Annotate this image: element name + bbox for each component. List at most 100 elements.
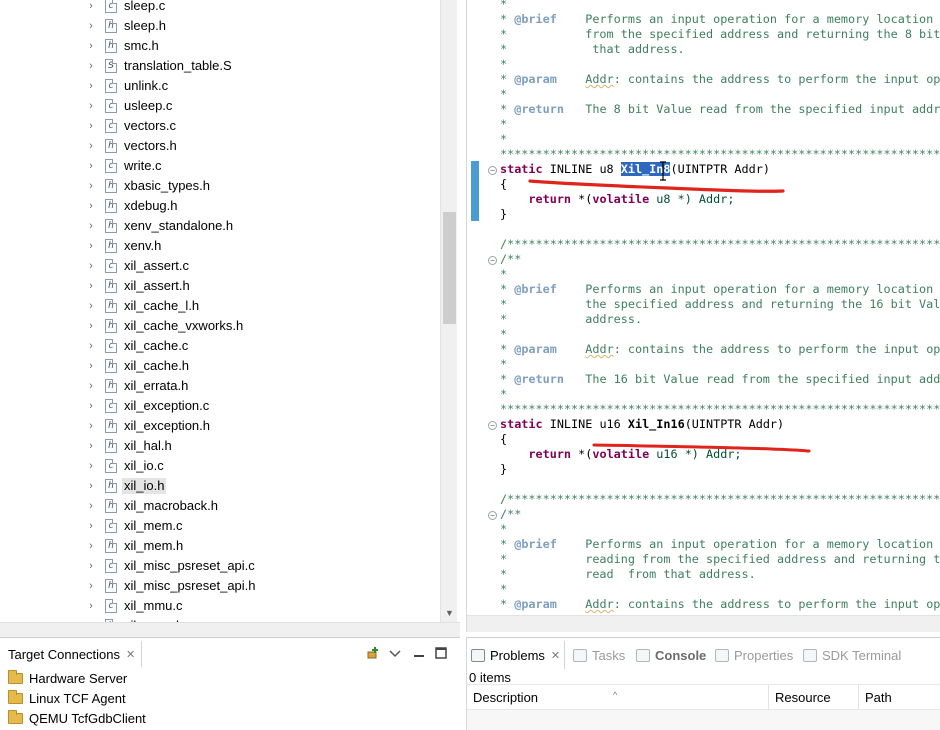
- code-line[interactable]: * read from that address.: [500, 567, 940, 582]
- expand-chevron-icon[interactable]: ›: [86, 420, 96, 432]
- code-line[interactable]: }: [500, 207, 940, 222]
- explorer-horizontal-scrollbar[interactable]: [0, 622, 460, 637]
- expand-chevron-icon[interactable]: ›: [86, 360, 96, 372]
- tree-item[interactable]: › h sleep.h: [0, 16, 440, 36]
- tab-sdk-terminal[interactable]: SDK Terminal: [803, 641, 901, 669]
- expand-chevron-icon[interactable]: ›: [86, 20, 96, 32]
- code-line[interactable]: *: [500, 357, 940, 372]
- code-line[interactable]: return *(volatile u16 *) Addr;: [500, 447, 940, 462]
- fold-collapse-icon[interactable]: −: [488, 511, 497, 520]
- code-line[interactable]: [500, 222, 940, 237]
- connection-item[interactable]: QEMU TcfGdbClient: [8, 708, 146, 728]
- tree-item[interactable]: › h xil_cache_vxworks.h: [0, 316, 440, 336]
- tree-item[interactable]: › c xil_mem.c: [0, 516, 440, 536]
- tree-item[interactable]: › c xil_cache.c: [0, 336, 440, 356]
- tree-item[interactable]: › c vectors.c: [0, 116, 440, 136]
- expand-chevron-icon[interactable]: ›: [86, 380, 96, 392]
- tree-item[interactable]: › h xil_errata.h: [0, 376, 440, 396]
- code-line[interactable]: * @return The 16 bit Value read from the…: [500, 372, 940, 387]
- expand-chevron-icon[interactable]: ›: [86, 400, 96, 412]
- tree-item[interactable]: › c xil_io.c: [0, 456, 440, 476]
- expand-chevron-icon[interactable]: ›: [86, 500, 96, 512]
- code-line[interactable]: static INLINE u16 Xil_In16(UINTPTR Addr): [500, 417, 940, 432]
- expand-chevron-icon[interactable]: ›: [86, 240, 96, 252]
- expand-chevron-icon[interactable]: ›: [86, 460, 96, 472]
- view-menu-icon[interactable]: [388, 646, 402, 660]
- expand-chevron-icon[interactable]: ›: [86, 260, 96, 272]
- close-icon[interactable]: ✕: [126, 648, 135, 661]
- tree-item[interactable]: › h xenv_standalone.h: [0, 216, 440, 236]
- tree-item[interactable]: › c write.c: [0, 156, 440, 176]
- tree-item[interactable]: › h xil_macroback.h: [0, 496, 440, 516]
- editor-horizontal-scrollbar[interactable]: [467, 615, 940, 632]
- expand-chevron-icon[interactable]: ›: [86, 300, 96, 312]
- scrollbar-thumb[interactable]: [443, 212, 456, 324]
- tree-item[interactable]: › h xdebug.h: [0, 196, 440, 216]
- tab-target-connections[interactable]: Target Connections ✕: [0, 641, 143, 667]
- code-line[interactable]: /***************************************…: [500, 237, 940, 252]
- code-line[interactable]: *: [500, 582, 940, 597]
- code-line[interactable]: *: [500, 132, 940, 147]
- expand-chevron-icon[interactable]: ›: [86, 40, 96, 52]
- close-icon[interactable]: ✕: [551, 649, 560, 662]
- tab-console[interactable]: Console: [636, 641, 706, 669]
- code-line[interactable]: * @brief Performs an input operation for…: [500, 537, 940, 552]
- code-line[interactable]: return *(volatile u8 *) Addr;: [500, 192, 940, 207]
- expand-chevron-icon[interactable]: ›: [86, 120, 96, 132]
- tree-item[interactable]: › h xil_mem.h: [0, 536, 440, 556]
- code-line[interactable]: * @brief Performs an input operation for…: [500, 282, 940, 297]
- minimize-icon[interactable]: [412, 646, 426, 660]
- tree-item[interactable]: › c unlink.c: [0, 76, 440, 96]
- column-header-path[interactable]: Path: [859, 685, 940, 711]
- code-line[interactable]: * @param Addr: contains the address to p…: [500, 342, 940, 357]
- tree-item[interactable]: › c xil_exception.c: [0, 396, 440, 416]
- code-line[interactable]: }: [500, 462, 940, 477]
- connection-item[interactable]: Hardware Server: [8, 668, 127, 688]
- code-text[interactable]: * * @brief Performs an input operation fo…: [500, 0, 940, 612]
- expand-chevron-icon[interactable]: ›: [86, 600, 96, 612]
- expand-chevron-icon[interactable]: ›: [86, 340, 96, 352]
- fold-collapse-icon[interactable]: −: [488, 166, 497, 175]
- expand-chevron-icon[interactable]: ›: [86, 540, 96, 552]
- code-editor[interactable]: − − − − * * @brief Performs an input oper…: [466, 0, 940, 632]
- fold-collapse-icon[interactable]: −: [488, 421, 497, 430]
- expand-chevron-icon[interactable]: ›: [86, 520, 96, 532]
- code-line[interactable]: * @return The 8 bit Value read from the …: [500, 102, 940, 117]
- expand-chevron-icon[interactable]: ›: [86, 320, 96, 332]
- code-line[interactable]: [500, 477, 940, 492]
- code-line[interactable]: *: [500, 87, 940, 102]
- tree-item[interactable]: › h xil_io.h: [0, 476, 440, 496]
- tab-properties[interactable]: Properties: [715, 641, 793, 669]
- code-line[interactable]: *: [500, 267, 940, 282]
- code-line[interactable]: * that address.: [500, 42, 940, 57]
- code-line[interactable]: * @brief Performs an input operation for…: [500, 12, 940, 27]
- new-connection-icon[interactable]: [366, 646, 380, 660]
- code-line[interactable]: * address.: [500, 312, 940, 327]
- tree-item[interactable]: › c usleep.c: [0, 96, 440, 116]
- code-line[interactable]: *: [500, 522, 940, 537]
- code-line[interactable]: *: [500, 0, 940, 12]
- code-line[interactable]: ****************************************…: [500, 147, 940, 162]
- expand-chevron-icon[interactable]: ›: [86, 0, 96, 12]
- code-line[interactable]: *: [500, 327, 940, 342]
- tree-item[interactable]: › h xbasic_types.h: [0, 176, 440, 196]
- code-line[interactable]: *: [500, 57, 940, 72]
- expand-chevron-icon[interactable]: ›: [86, 200, 96, 212]
- expand-chevron-icon[interactable]: ›: [86, 480, 96, 492]
- expand-chevron-icon[interactable]: ›: [86, 220, 96, 232]
- code-line[interactable]: * reading from the specified address and…: [500, 552, 940, 567]
- tree-item[interactable]: › h xil_cache_l.h: [0, 296, 440, 316]
- tree-item[interactable]: › h xil_exception.h: [0, 416, 440, 436]
- code-line[interactable]: * @param Addr: contains the address to p…: [500, 597, 940, 612]
- code-line[interactable]: {: [500, 177, 940, 192]
- tree-item[interactable]: › h xil_misc_psreset_api.h: [0, 576, 440, 596]
- tree-item[interactable]: › h vectors.h: [0, 136, 440, 156]
- scroll-down-arrow-icon[interactable]: ▼: [441, 608, 458, 618]
- code-line[interactable]: * from the specified address and returni…: [500, 27, 940, 42]
- explorer-vertical-scrollbar[interactable]: ▼: [440, 0, 457, 622]
- tree-item[interactable]: › h xenv.h: [0, 236, 440, 256]
- code-line[interactable]: ****************************************…: [500, 402, 940, 417]
- code-line[interactable]: /***************************************…: [500, 492, 940, 507]
- expand-chevron-icon[interactable]: ›: [86, 280, 96, 292]
- expand-chevron-icon[interactable]: ›: [86, 440, 96, 452]
